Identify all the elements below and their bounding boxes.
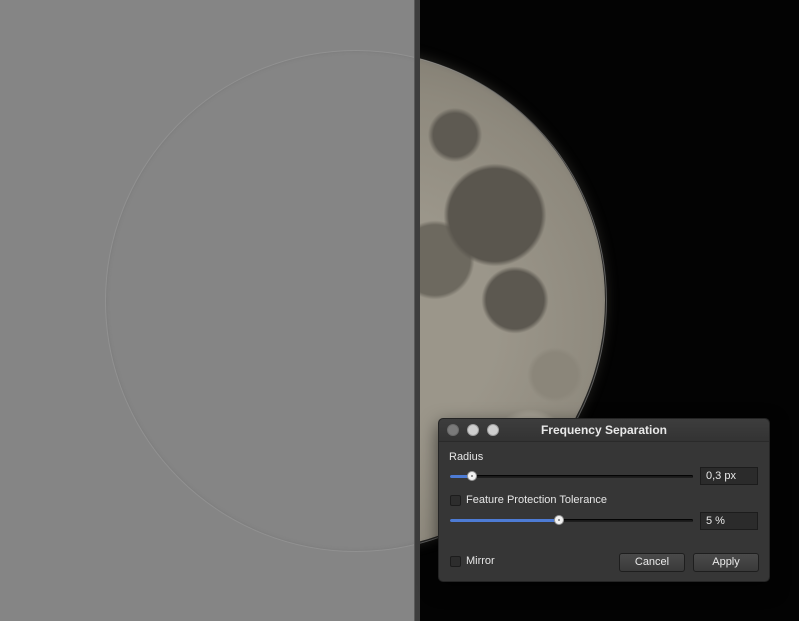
dialog-titlebar[interactable]: Frequency Separation (439, 419, 769, 442)
mirror-checkbox[interactable] (450, 556, 461, 567)
mirror-label: Mirror (466, 555, 495, 567)
frequency-separation-dialog: Frequency Separation Radius Feature Prot… (438, 418, 770, 582)
apply-button[interactable]: Apply (693, 553, 759, 572)
radius-slider-knob[interactable] (466, 471, 477, 481)
cancel-button[interactable]: Cancel (619, 553, 685, 572)
filtered-preview-half (0, 0, 607, 621)
radius-label: Radius (449, 451, 484, 463)
radius-slider[interactable] (450, 468, 693, 484)
split-view-divider[interactable] (414, 0, 420, 621)
tolerance-value-field[interactable] (700, 512, 758, 530)
radius-value-field[interactable] (700, 467, 758, 485)
tolerance-slider-fill (450, 519, 560, 522)
feature-protection-checkbox[interactable] (450, 495, 461, 506)
feature-protection-label: Feature Protection Tolerance (466, 494, 608, 506)
dialog-title: Frequency Separation (540, 423, 668, 437)
tolerance-slider[interactable] (450, 512, 693, 528)
radius-slider-track (450, 475, 693, 478)
tolerance-slider-knob[interactable] (554, 515, 565, 525)
